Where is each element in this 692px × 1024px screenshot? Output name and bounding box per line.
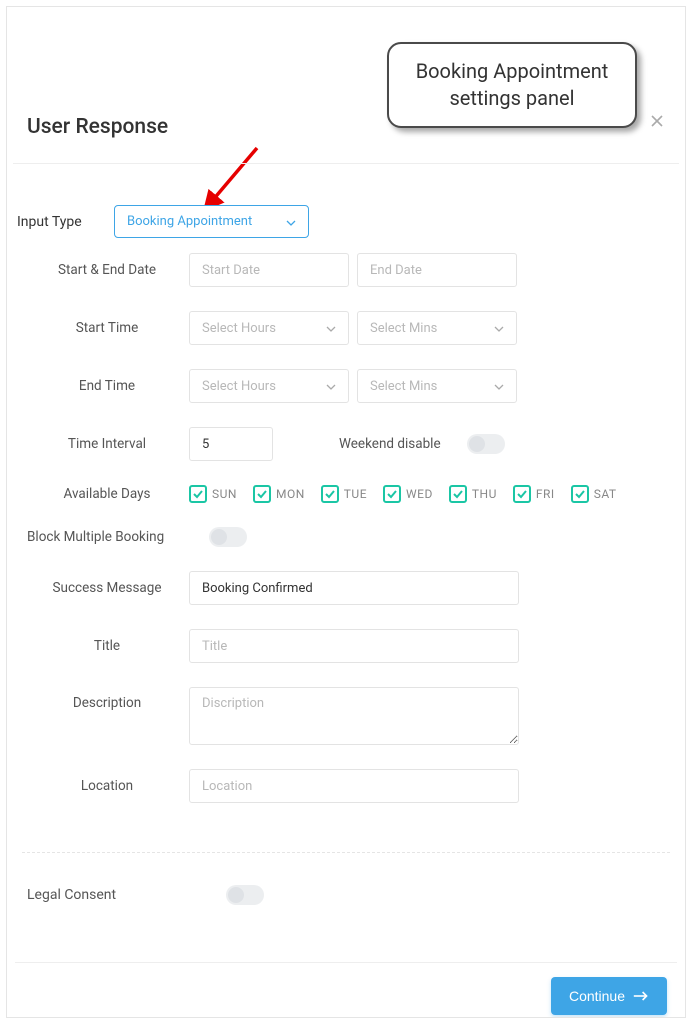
legal-consent-toggle[interactable] bbox=[226, 885, 264, 905]
location-input[interactable] bbox=[189, 769, 519, 803]
weekend-disable-toggle[interactable] bbox=[467, 434, 505, 454]
end-mins-select[interactable]: Select Mins bbox=[357, 369, 517, 403]
input-type-label: Input Type bbox=[17, 214, 102, 230]
time-interval-input[interactable] bbox=[189, 427, 273, 461]
start-date-input[interactable] bbox=[189, 253, 349, 287]
panel-heading: User Response bbox=[27, 115, 168, 139]
time-interval-label: Time Interval bbox=[37, 436, 177, 452]
title-input[interactable] bbox=[189, 629, 519, 663]
day-thu[interactable]: THU bbox=[449, 485, 497, 503]
input-type-value: Booking Appointment bbox=[127, 214, 252, 229]
day-sat[interactable]: SAT bbox=[571, 485, 617, 503]
block-multi-toggle[interactable] bbox=[209, 527, 247, 547]
day-label: SUN bbox=[212, 487, 237, 501]
day-tue[interactable]: TUE bbox=[321, 485, 367, 503]
end-date-input[interactable] bbox=[357, 253, 517, 287]
legal-consent-label: Legal Consent bbox=[27, 887, 116, 903]
day-fri[interactable]: FRI bbox=[513, 485, 555, 503]
checkbox-checked-icon bbox=[383, 485, 401, 503]
description-label: Description bbox=[37, 687, 177, 711]
footer-divider bbox=[15, 962, 677, 963]
close-icon[interactable] bbox=[649, 113, 665, 129]
dashed-divider bbox=[22, 852, 670, 853]
chevron-down-icon bbox=[286, 217, 296, 227]
day-label: FRI bbox=[536, 487, 555, 501]
chevron-down-icon bbox=[326, 381, 336, 391]
checkbox-checked-icon bbox=[253, 485, 271, 503]
settings-panel: Booking Appointment settings panel User … bbox=[6, 6, 686, 1018]
success-message-label: Success Message bbox=[37, 580, 177, 596]
end-hours-select[interactable]: Select Hours bbox=[189, 369, 349, 403]
success-message-input[interactable] bbox=[189, 571, 519, 605]
continue-label: Continue bbox=[569, 988, 625, 1004]
day-mon[interactable]: MON bbox=[253, 485, 305, 503]
day-label: WED bbox=[406, 487, 433, 501]
day-wed[interactable]: WED bbox=[383, 485, 433, 503]
day-sun[interactable]: SUN bbox=[189, 485, 237, 503]
title-label: Title bbox=[37, 638, 177, 654]
input-type-dropdown[interactable]: Booking Appointment bbox=[114, 205, 309, 238]
weekend-disable-label: Weekend disable bbox=[339, 436, 441, 452]
description-input[interactable] bbox=[189, 687, 519, 745]
block-multi-label: Block Multiple Booking bbox=[27, 529, 197, 545]
annotation-arrow-icon bbox=[202, 143, 262, 213]
day-label: MON bbox=[276, 487, 305, 501]
start-time-label: Start Time bbox=[37, 320, 177, 336]
available-days-label: Available Days bbox=[37, 486, 177, 502]
checkbox-checked-icon bbox=[449, 485, 467, 503]
continue-button[interactable]: Continue bbox=[551, 977, 667, 1015]
day-label: SAT bbox=[594, 487, 617, 501]
start-hours-select[interactable]: Select Hours bbox=[189, 311, 349, 345]
checkbox-checked-icon bbox=[321, 485, 339, 503]
start-end-date-label: Start & End Date bbox=[37, 262, 177, 278]
checkbox-checked-icon bbox=[189, 485, 207, 503]
day-label: TUE bbox=[344, 487, 367, 501]
callout-text: Booking Appointment settings panel bbox=[416, 59, 609, 110]
arrow-right-icon bbox=[633, 990, 649, 1002]
checkbox-checked-icon bbox=[513, 485, 531, 503]
end-time-label: End Time bbox=[37, 378, 177, 394]
days-group: SUN MON TUE WED THU FRI SAT bbox=[189, 485, 617, 503]
location-label: Location bbox=[37, 778, 177, 794]
chevron-down-icon bbox=[494, 323, 504, 333]
start-mins-select[interactable]: Select Mins bbox=[357, 311, 517, 345]
checkbox-checked-icon bbox=[571, 485, 589, 503]
callout-bubble: Booking Appointment settings panel bbox=[387, 42, 637, 128]
day-label: THU bbox=[472, 487, 497, 501]
chevron-down-icon bbox=[494, 381, 504, 391]
chevron-down-icon bbox=[326, 323, 336, 333]
divider bbox=[13, 163, 679, 164]
